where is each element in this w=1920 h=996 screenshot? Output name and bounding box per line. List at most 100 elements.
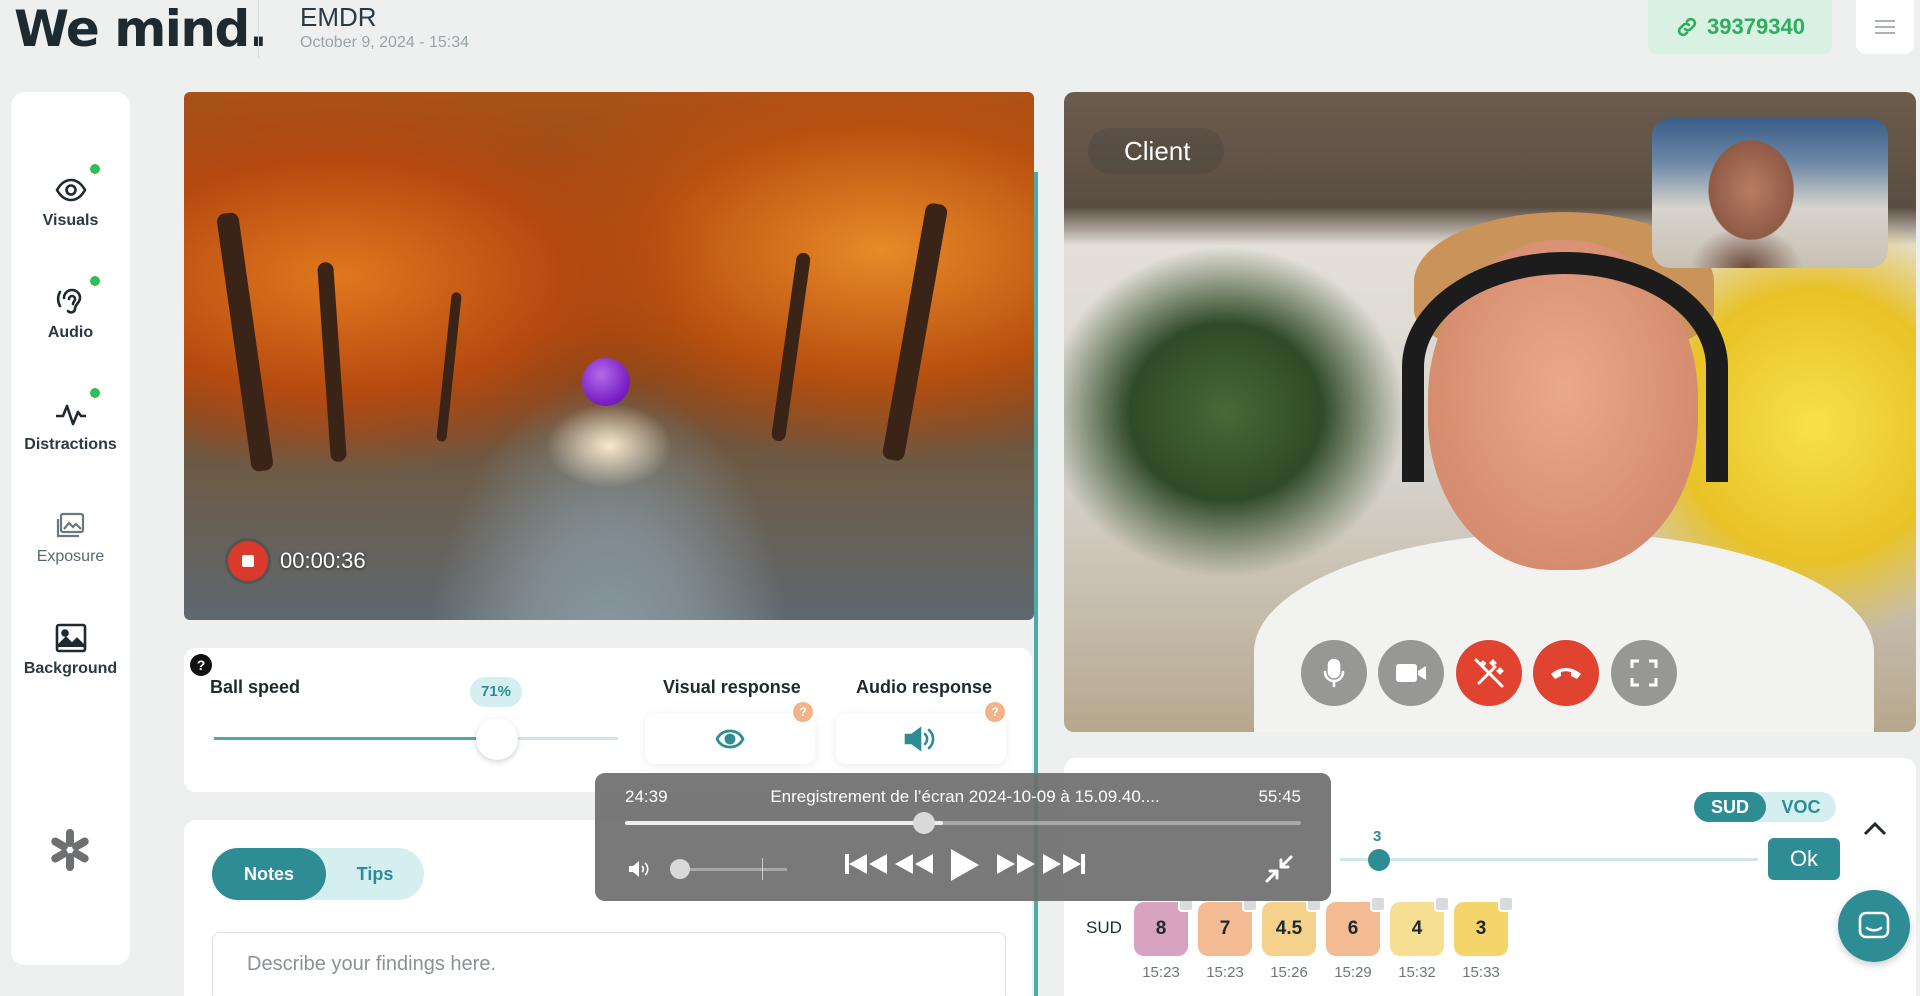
- visual-response-label: Visual response: [663, 677, 801, 697]
- fast-forward-button[interactable]: [995, 851, 1037, 877]
- camera-button[interactable]: [1378, 640, 1444, 706]
- session-title: EMDR: [300, 2, 377, 32]
- sidebar-item-exposure[interactable]: Exposure: [11, 510, 130, 566]
- sidebar-item-distractions[interactable]: Distractions: [11, 388, 130, 454]
- sud-entry-chip[interactable]: 4: [1390, 896, 1450, 956]
- session-code: 39379340: [1707, 14, 1805, 39]
- skip-back-icon: [845, 854, 887, 874]
- screen-recording-player: 24:39 Enregistrement de l’écran 2024-10-…: [595, 773, 1331, 901]
- session-link-button[interactable]: 39379340: [1648, 0, 1832, 54]
- sud-entry-time: 15:23: [1206, 964, 1244, 981]
- sidebar-item-label: Exposure: [36, 548, 105, 565]
- volume-slider-marker: [762, 858, 763, 880]
- visual-response-help-icon[interactable]: ?: [793, 702, 813, 722]
- volume-slider-handle[interactable]: [670, 859, 690, 879]
- sud-entry-time: 15:26: [1270, 964, 1308, 981]
- sud-entry-chip[interactable]: 4.5: [1262, 896, 1322, 956]
- chat-button[interactable]: [1838, 890, 1910, 962]
- rewind-button[interactable]: [893, 851, 935, 877]
- ball-speed-value: 71%: [470, 677, 522, 707]
- volume-slider-track[interactable]: [677, 868, 787, 871]
- toggle-sud[interactable]: SUD: [1694, 792, 1766, 822]
- magic-wand-icon: [1474, 658, 1504, 688]
- notes-input[interactable]: Describe your findings here.: [212, 932, 1006, 996]
- sud-current-value: 3: [1373, 828, 1382, 845]
- delete-entry-icon[interactable]: [1434, 896, 1450, 912]
- player-current-time: 24:39: [625, 787, 668, 806]
- sud-entry-chip[interactable]: 7: [1198, 896, 1258, 956]
- ball-speed-label: Ball speed: [210, 677, 301, 697]
- fullscreen-icon: [1630, 659, 1658, 687]
- sidebar-item-audio[interactable]: Audio: [11, 276, 130, 342]
- client-headphones: [1402, 252, 1728, 482]
- sidebar-item-background[interactable]: Background: [11, 622, 130, 678]
- effects-button[interactable]: [1456, 640, 1522, 706]
- sud-entry-chip[interactable]: 6: [1326, 896, 1386, 956]
- visual-stimulus-area: 00:00:36: [184, 92, 1034, 620]
- participant-label: Client: [1088, 128, 1224, 174]
- sidebar: Visuals Audio Distractions Exposure Back…: [11, 92, 130, 965]
- player-remaining-time: 55:45: [1258, 787, 1301, 806]
- sud-slider-handle[interactable]: [1368, 849, 1390, 871]
- sidebar-item-label: Distractions: [24, 436, 117, 453]
- tree-trunk: [881, 202, 949, 462]
- delete-entry-icon[interactable]: [1498, 896, 1514, 912]
- sud-entry-chip[interactable]: 8: [1134, 896, 1194, 956]
- app-logo: We mind.: [14, 0, 268, 58]
- audio-response-label: Audio response: [856, 677, 993, 697]
- stop-recording-button[interactable]: [228, 541, 268, 581]
- sidebar-item-visuals[interactable]: Visuals: [11, 164, 130, 230]
- therapist-video-preview[interactable]: [1652, 118, 1888, 268]
- help-icon[interactable]: ?: [190, 654, 212, 676]
- eye-icon: [55, 178, 86, 202]
- microphone-button[interactable]: [1301, 640, 1367, 706]
- asterisk-logo-icon: [51, 829, 89, 871]
- chevron-up-icon: [1863, 821, 1887, 836]
- link-icon: [1677, 17, 1697, 37]
- sidebar-item-label: Audio: [47, 324, 94, 341]
- fast-forward-icon: [997, 854, 1035, 874]
- image-icon: [55, 623, 86, 653]
- ear-icon: [56, 288, 81, 314]
- sidebar-item-label: Background: [23, 660, 118, 677]
- skip-forward-button[interactable]: [1041, 851, 1087, 877]
- recording-indicator: 00:00:36: [228, 541, 366, 581]
- ball-speed-slider-track[interactable]: [214, 737, 618, 740]
- play-icon: [951, 849, 979, 881]
- eye-icon: [715, 729, 745, 749]
- delete-entry-icon[interactable]: [1370, 896, 1386, 912]
- player-scrub-handle[interactable]: [913, 812, 935, 834]
- tree-trunk: [436, 291, 462, 443]
- sud-entry-time: 15:29: [1334, 964, 1372, 981]
- menu-button[interactable]: [1856, 0, 1914, 54]
- audio-response-button[interactable]: [836, 714, 1006, 764]
- chat-icon: [1858, 911, 1890, 939]
- ok-button[interactable]: Ok: [1768, 838, 1840, 880]
- player-scrub-bar[interactable]: [625, 821, 1301, 825]
- hang-up-button[interactable]: [1533, 640, 1599, 706]
- collapse-button[interactable]: [1862, 816, 1888, 844]
- exit-fullscreen-button[interactable]: [1263, 853, 1295, 885]
- sud-entry-time: 15:23: [1142, 964, 1180, 981]
- tab-tips[interactable]: Tips: [326, 848, 424, 900]
- visual-response-button[interactable]: [645, 714, 815, 764]
- sud-entry-chip[interactable]: 3: [1454, 896, 1514, 956]
- active-dot: [90, 164, 100, 174]
- microphone-icon: [1323, 658, 1345, 688]
- skip-back-button[interactable]: [843, 851, 889, 877]
- tree-trunk: [216, 211, 274, 473]
- play-button[interactable]: [947, 847, 981, 883]
- sud-slider-track[interactable]: [1340, 858, 1758, 861]
- audio-response-help-icon[interactable]: ?: [985, 702, 1005, 722]
- gallery-icon: [56, 512, 84, 538]
- recording-time: 00:00:36: [280, 548, 366, 573]
- hang-up-icon: [1551, 668, 1581, 679]
- ball-speed-slider-handle[interactable]: [476, 718, 518, 760]
- active-dot: [90, 388, 100, 398]
- toggle-voc[interactable]: VOC: [1766, 792, 1836, 822]
- tab-notes[interactable]: Notes: [212, 848, 326, 900]
- fullscreen-button[interactable]: [1611, 640, 1677, 706]
- active-dot: [90, 276, 100, 286]
- volume-icon[interactable]: [627, 859, 651, 879]
- collapse-icon: [1265, 855, 1293, 883]
